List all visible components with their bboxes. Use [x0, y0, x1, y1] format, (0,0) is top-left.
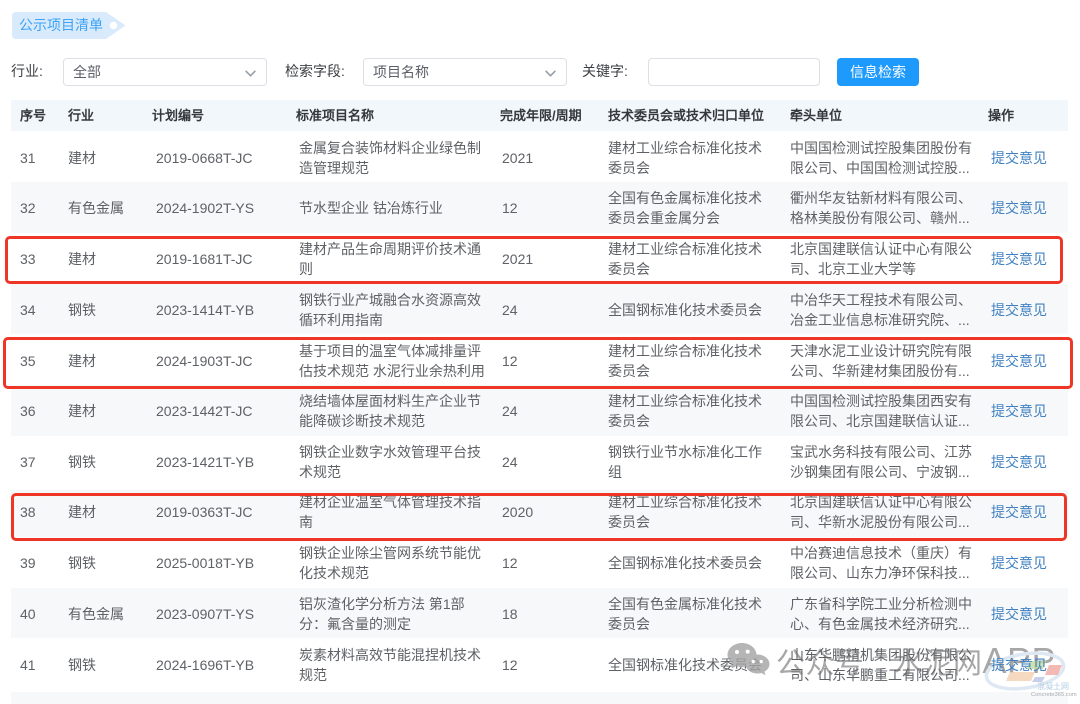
svg-text:Concrete365.com: Concrete365.com [1031, 692, 1077, 698]
svg-text:混凝土网: 混凝土网 [1037, 681, 1069, 691]
